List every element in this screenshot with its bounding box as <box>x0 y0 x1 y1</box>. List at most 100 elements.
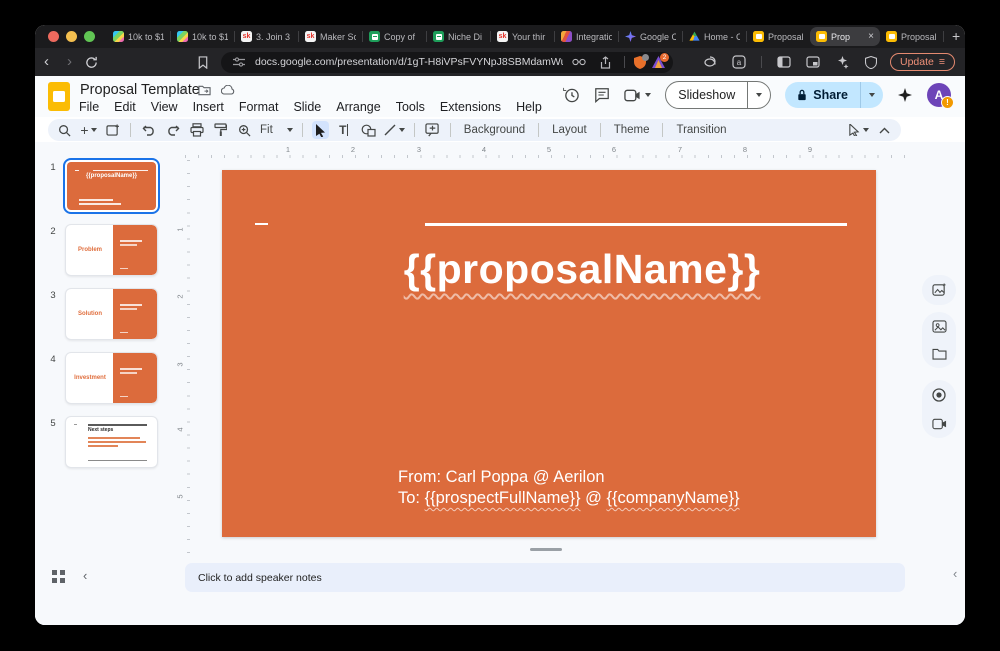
search-menus-icon[interactable] <box>56 121 73 139</box>
slide-thumbnail-2[interactable]: Problem <box>65 224 158 276</box>
select-tool-button[interactable] <box>312 121 329 139</box>
reading-mode-icon[interactable] <box>569 52 589 72</box>
tab-proposal-1[interactable]: Proposal <box>747 27 810 46</box>
record-icon[interactable] <box>932 388 946 402</box>
tab-proposal-active[interactable]: Prop × <box>810 27 880 46</box>
zoom-select[interactable]: Fit <box>260 124 293 136</box>
slide-thumbnail-5[interactable]: Next steps <box>65 416 158 468</box>
menu-help[interactable]: Help <box>516 100 542 114</box>
tab-home-drive[interactable]: Home - C <box>683 27 746 46</box>
slide-number: 4 <box>47 354 59 365</box>
tab-join[interactable]: sk 3. Join 3 <box>235 27 298 46</box>
menu-arrange[interactable]: Arrange <box>336 100 380 114</box>
notes-resize-handle[interactable] <box>530 548 562 551</box>
theme-button[interactable]: Theme <box>610 124 654 136</box>
menu-extensions[interactable]: Extensions <box>440 100 501 114</box>
redo-button[interactable] <box>164 121 181 139</box>
slideshow-dropdown[interactable] <box>747 82 770 108</box>
collapse-toolbar-button[interactable] <box>876 121 893 139</box>
share-button[interactable]: Share <box>785 82 883 108</box>
tab-10k-2[interactable]: 10k to $1 <box>171 27 234 46</box>
undo-button[interactable] <box>140 121 157 139</box>
collapse-filmstrip-icon[interactable]: ‹ <box>83 568 87 583</box>
tab-maker[interactable]: sk Maker Sc <box>299 27 362 46</box>
cloud-status-icon[interactable] <box>221 85 235 95</box>
close-tab-icon[interactable]: × <box>866 31 874 42</box>
address-bar[interactable]: docs.google.com/presentation/d/1gT-H8iVP… <box>221 52 673 73</box>
update-button[interactable]: Update ≡ <box>890 53 955 71</box>
shapes-tool-button[interactable] <box>360 121 377 139</box>
menu-format[interactable]: Format <box>239 100 279 114</box>
print-icon[interactable] <box>188 121 205 139</box>
new-slide-icon[interactable] <box>104 121 121 139</box>
share-icon[interactable] <box>595 52 615 72</box>
rainbow-icon <box>113 31 124 42</box>
triangle-extension-icon[interactable]: 2 <box>652 56 665 68</box>
tab-10k-1[interactable]: 10k to $1 <box>107 27 170 46</box>
deco-textline <box>79 199 113 201</box>
menu-file[interactable]: File <box>79 100 99 114</box>
slideshow-button[interactable]: Slideshow <box>665 81 771 109</box>
line-tool-button[interactable] <box>384 121 405 139</box>
slide-thumbnail-3[interactable]: Solution <box>65 288 158 340</box>
insert-image-icon[interactable] <box>932 283 947 297</box>
paint-format-icon[interactable] <box>212 121 229 139</box>
insert-comment-icon[interactable] <box>424 121 441 139</box>
zoom-in-icon[interactable] <box>236 121 253 139</box>
forward-button[interactable]: › <box>58 49 81 75</box>
video-camera-icon[interactable] <box>932 418 947 430</box>
share-dropdown[interactable] <box>860 82 883 108</box>
new-tab-button[interactable]: + <box>944 27 965 46</box>
menu-tools[interactable]: Tools <box>396 100 425 114</box>
shield-extension-icon[interactable] <box>634 56 646 69</box>
cursor-sparkle-icon[interactable] <box>832 52 852 72</box>
slide-canvas[interactable]: {{proposalName}} From: Carl Poppa @ Aeri… <box>222 170 876 537</box>
tab-copy-of[interactable]: Copy of <box>363 27 426 46</box>
close-window-button[interactable] <box>48 31 59 42</box>
background-button[interactable]: Background <box>460 124 529 136</box>
text-box-tool-button[interactable]: T <box>336 121 353 139</box>
layout-button[interactable]: Layout <box>548 124 591 136</box>
gemini-spark-icon[interactable] <box>897 87 913 103</box>
slides-logo[interactable] <box>48 82 70 111</box>
tab-integrations[interactable]: Integratio <box>555 27 618 46</box>
privacy-shield-icon[interactable] <box>861 52 881 72</box>
zoom-window-button[interactable] <box>84 31 95 42</box>
star-icon[interactable]: ☆ <box>177 83 188 97</box>
back-button[interactable]: ‹ <box>35 49 58 75</box>
slide-thumbnail-1[interactable]: {{proposalName}} <box>65 160 158 212</box>
speaker-notes-input[interactable]: Click to add speaker notes <box>185 563 905 592</box>
collapse-rail-icon[interactable]: ‹ <box>953 566 957 581</box>
minimize-window-button[interactable] <box>66 31 77 42</box>
menu-edit[interactable]: Edit <box>114 100 136 114</box>
photos-icon[interactable] <box>932 320 947 333</box>
zoom-add-button[interactable]: + <box>80 121 97 139</box>
grid-view-button[interactable] <box>52 570 65 583</box>
menu-view[interactable]: View <box>151 100 178 114</box>
avatar[interactable]: A ! <box>927 83 951 107</box>
reload-button[interactable] <box>81 52 101 72</box>
site-settings-icon[interactable] <box>229 52 249 72</box>
transition-button[interactable]: Transition <box>672 124 730 136</box>
tab-google-c[interactable]: Google C <box>619 27 682 46</box>
folder-icon[interactable] <box>932 348 947 360</box>
deco-textline <box>120 240 142 242</box>
slide-fromto-text[interactable]: From: Carl Poppa @ Aerilon To: {{prospec… <box>398 467 739 509</box>
boxed-a-icon[interactable]: a <box>729 52 749 72</box>
tab-your-thir[interactable]: sk Your thir <box>491 27 554 46</box>
sidebar-toggle-icon[interactable] <box>774 52 794 72</box>
picture-in-picture-icon[interactable] <box>803 52 823 72</box>
pointer-options-button[interactable] <box>848 121 869 139</box>
version-history-icon[interactable] <box>563 87 580 104</box>
extension-knot-icon[interactable] <box>700 52 720 72</box>
meet-camera-button[interactable] <box>624 89 651 102</box>
tab-proposal-2[interactable]: Proposal <box>880 27 943 46</box>
comments-icon[interactable] <box>594 87 610 103</box>
menu-insert[interactable]: Insert <box>193 100 224 114</box>
move-folder-icon[interactable] <box>198 85 211 96</box>
tab-niche[interactable]: Niche Di <box>427 27 490 46</box>
menu-slide[interactable]: Slide <box>293 100 321 114</box>
slide-thumbnail-4[interactable]: Investment <box>65 352 158 404</box>
bookmark-icon[interactable] <box>193 52 213 72</box>
slide-title-text[interactable]: {{proposalName}} <box>312 246 852 293</box>
